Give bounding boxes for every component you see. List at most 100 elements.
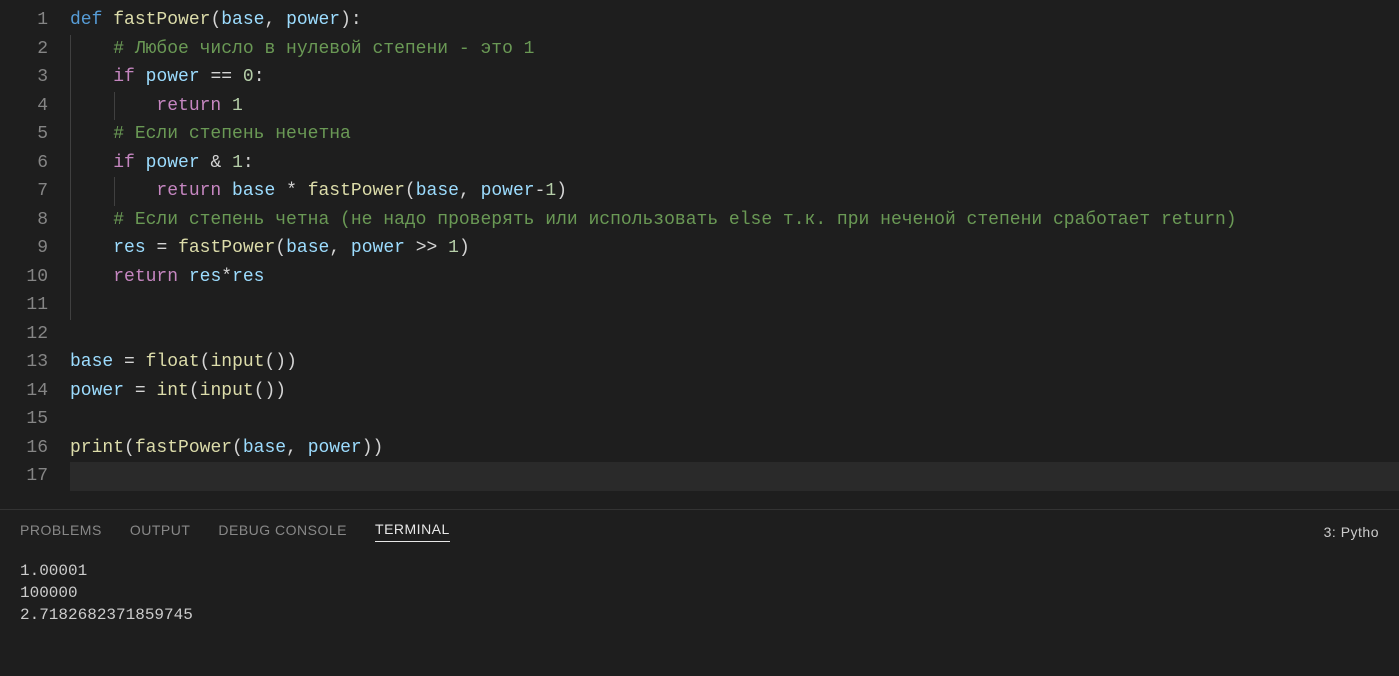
code-line[interactable]: # Если степень нечетна bbox=[70, 120, 1399, 149]
code-token bbox=[70, 267, 113, 287]
code-token: ( bbox=[124, 438, 135, 458]
code-token: * bbox=[221, 267, 232, 287]
code-line[interactable]: power = int(input()) bbox=[70, 377, 1399, 406]
panel-tab-problems[interactable]: PROBLEMS bbox=[20, 522, 102, 542]
code-token bbox=[221, 181, 232, 201]
code-token: power bbox=[70, 381, 124, 401]
code-token: 1 bbox=[232, 153, 243, 173]
code-line[interactable] bbox=[70, 405, 1399, 434]
code-line[interactable]: return res*res bbox=[70, 263, 1399, 292]
code-token: = bbox=[135, 381, 146, 401]
code-line[interactable]: return base * fastPower(base, power-1) bbox=[70, 177, 1399, 206]
code-token bbox=[70, 238, 113, 258]
code-token: - bbox=[535, 181, 546, 201]
code-token: res bbox=[232, 267, 264, 287]
code-token: ) bbox=[556, 181, 567, 201]
code-line[interactable]: base = float(input()) bbox=[70, 348, 1399, 377]
code-token: ( bbox=[189, 381, 200, 401]
code-token: fastPower bbox=[178, 238, 275, 258]
code-line[interactable]: if power == 0: bbox=[70, 63, 1399, 92]
panel-tab-terminal[interactable]: TERMINAL bbox=[375, 521, 450, 542]
code-token bbox=[124, 381, 135, 401]
code-token bbox=[146, 238, 157, 258]
code-token: fastPower bbox=[135, 438, 232, 458]
code-token: ): bbox=[340, 10, 362, 30]
line-number-gutter: 1234567891011121314151617 bbox=[0, 6, 70, 491]
terminal-line: 100000 bbox=[20, 582, 1379, 604]
terminal-line: 1.00001 bbox=[20, 560, 1379, 582]
code-token: input bbox=[210, 352, 264, 372]
code-token bbox=[135, 153, 146, 173]
code-line[interactable] bbox=[70, 462, 1399, 491]
indent-guide bbox=[70, 35, 71, 64]
panel-tab-debug-console[interactable]: DEBUG CONSOLE bbox=[218, 522, 347, 542]
line-number: 13 bbox=[26, 348, 48, 377]
code-line[interactable]: if power & 1: bbox=[70, 149, 1399, 178]
line-number: 4 bbox=[37, 92, 48, 121]
code-token bbox=[297, 181, 308, 201]
code-token bbox=[146, 381, 157, 401]
code-line[interactable]: print(fastPower(base, power)) bbox=[70, 434, 1399, 463]
code-token: base bbox=[286, 238, 329, 258]
code-token bbox=[135, 352, 146, 372]
code-token: # Если степень четна (не надо проверять … bbox=[113, 210, 1236, 230]
code-line[interactable] bbox=[70, 320, 1399, 349]
indent-guide bbox=[70, 206, 71, 235]
code-line[interactable]: def fastPower(base, power): bbox=[70, 6, 1399, 35]
terminal-line: 2.7182682371859745 bbox=[20, 604, 1379, 626]
terminal-output[interactable]: 1.000011000002.7182682371859745 bbox=[20, 554, 1379, 626]
code-token: , bbox=[286, 438, 308, 458]
code-token bbox=[437, 238, 448, 258]
code-token: base bbox=[221, 10, 264, 30]
line-number: 9 bbox=[37, 234, 48, 263]
code-token: float bbox=[146, 352, 200, 372]
line-number: 8 bbox=[37, 206, 48, 235]
code-token bbox=[200, 153, 211, 173]
code-token: int bbox=[156, 381, 188, 401]
code-token bbox=[70, 210, 113, 230]
code-token: = bbox=[124, 352, 135, 372]
code-content[interactable]: def fastPower(base, power): # Любое числ… bbox=[70, 6, 1399, 491]
code-token: input bbox=[200, 381, 254, 401]
code-token: ( bbox=[200, 352, 211, 372]
code-token bbox=[113, 352, 124, 372]
indent-guide bbox=[70, 234, 71, 263]
code-editor[interactable]: 1234567891011121314151617 def fastPower(… bbox=[0, 0, 1399, 491]
terminal-selector[interactable]: 3: Pytho bbox=[1324, 524, 1379, 540]
code-token bbox=[102, 10, 113, 30]
line-number: 1 bbox=[37, 6, 48, 35]
line-number: 15 bbox=[26, 405, 48, 434]
code-line[interactable]: # Любое число в нулевой степени - это 1 bbox=[70, 35, 1399, 64]
panel-tab-output[interactable]: OUTPUT bbox=[130, 522, 191, 542]
code-line[interactable]: res = fastPower(base, power >> 1) bbox=[70, 234, 1399, 263]
code-token bbox=[70, 153, 113, 173]
code-token: base bbox=[70, 352, 113, 372]
code-line[interactable]: return 1 bbox=[70, 92, 1399, 121]
line-number: 5 bbox=[37, 120, 48, 149]
code-token: 0 bbox=[243, 67, 254, 87]
code-token: fastPower bbox=[308, 181, 405, 201]
code-token: ()) bbox=[265, 352, 297, 372]
code-token: base bbox=[416, 181, 459, 201]
line-number: 3 bbox=[37, 63, 48, 92]
code-token: , bbox=[459, 181, 481, 201]
code-token: return bbox=[156, 181, 221, 201]
code-token bbox=[405, 238, 416, 258]
line-number: 2 bbox=[37, 35, 48, 64]
code-token: >> bbox=[416, 238, 438, 258]
code-line[interactable]: # Если степень четна (не надо проверять … bbox=[70, 206, 1399, 235]
code-token bbox=[200, 67, 211, 87]
code-line[interactable] bbox=[70, 291, 1399, 320]
editor-root: 1234567891011121314151617 def fastPower(… bbox=[0, 0, 1399, 676]
code-token: base bbox=[232, 181, 275, 201]
code-token bbox=[232, 67, 243, 87]
code-token: ) bbox=[459, 238, 470, 258]
code-token bbox=[167, 238, 178, 258]
code-token: # Любое число в нулевой степени - это 1 bbox=[113, 39, 534, 59]
code-token: return bbox=[113, 267, 178, 287]
indent-guide bbox=[70, 177, 71, 206]
code-token: res bbox=[113, 238, 145, 258]
code-token: print bbox=[70, 438, 124, 458]
code-token bbox=[275, 181, 286, 201]
code-token: : bbox=[243, 153, 254, 173]
